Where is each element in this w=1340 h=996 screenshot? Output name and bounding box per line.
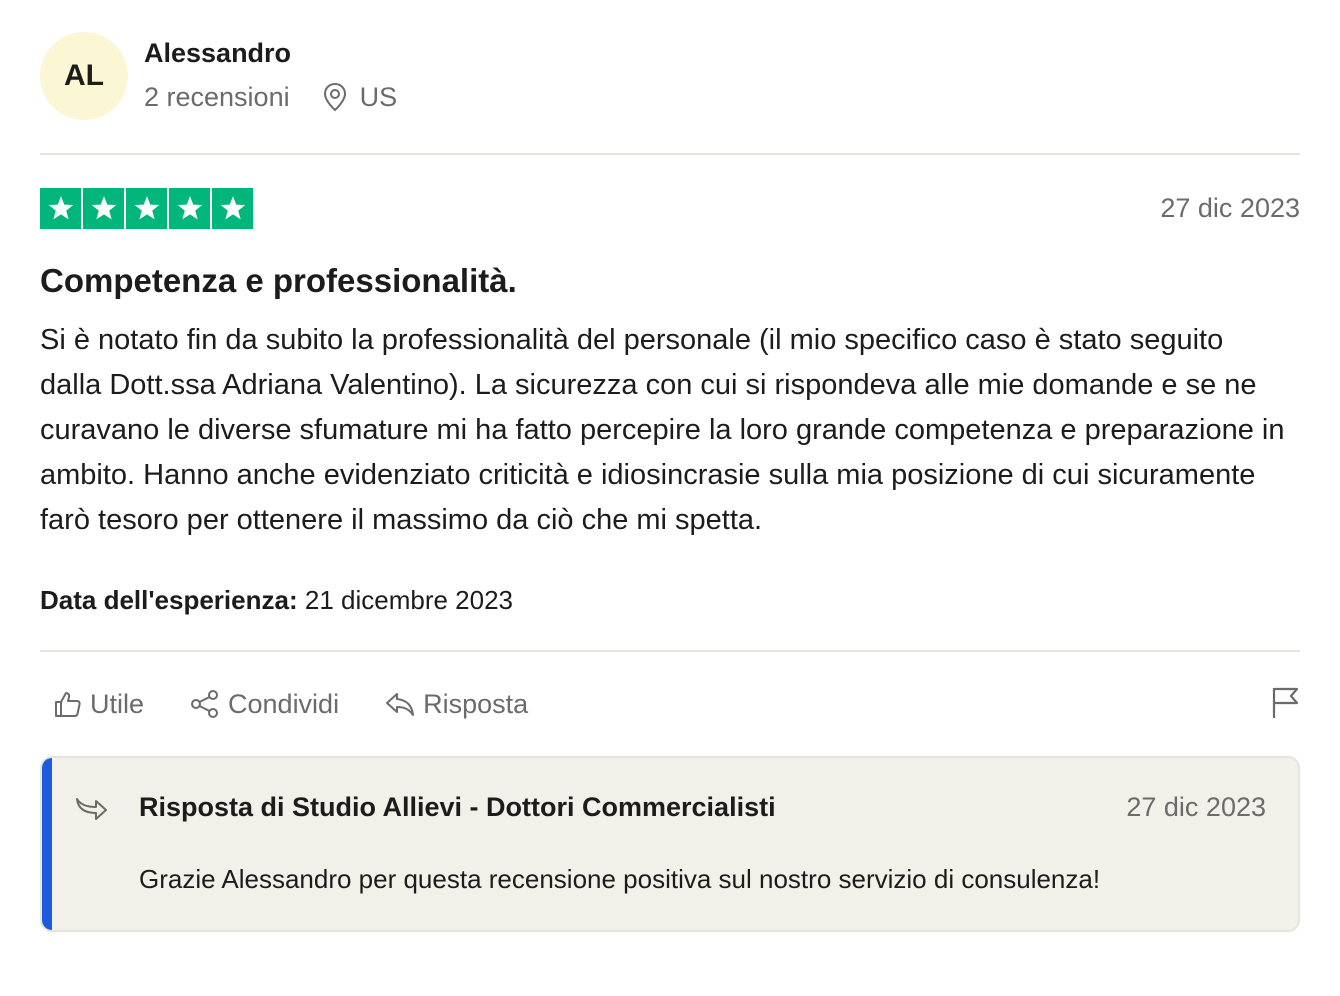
useful-button[interactable]: Utile: [54, 689, 144, 720]
reply-arrow-icon: [74, 796, 108, 831]
reply-icon: [386, 693, 415, 716]
reviewer-location: US: [359, 81, 398, 112]
experience-date-row: Data dell'esperienza: 21 dicembre 2023: [40, 582, 1300, 618]
reply-text: Grazie Alessandro per questa recensione …: [139, 864, 1101, 894]
experience-date: 21 dicembre 2023: [304, 585, 513, 615]
business-reply: Risposta di Studio Allievi - Dottori Com…: [40, 756, 1300, 932]
star-icon: [40, 187, 81, 229]
thumbs-up-icon: [55, 692, 81, 717]
reviewer-header: AL Alessandro 2 recensioni US: [40, 0, 1300, 155]
flag-icon: [1272, 687, 1299, 718]
star-icon: [83, 187, 124, 229]
review-title[interactable]: Competenza e professionalità.: [40, 259, 1300, 303]
location-pin-icon: [322, 82, 348, 112]
share-label: Condividi: [228, 688, 340, 719]
reply-label: Risposta: [423, 688, 529, 719]
reply-date: 27 dic 2023: [1126, 792, 1266, 822]
share-icon: [191, 690, 219, 718]
reply-header: Risposta di Studio Allievi - Dottori Com…: [139, 792, 1266, 823]
star-icon: [212, 187, 253, 229]
reviewer-meta: 2 recensioni US: [144, 79, 397, 115]
star-icon: [169, 187, 210, 229]
review-count: 2 recensioni: [144, 81, 290, 112]
report-flag-button[interactable]: [1270, 686, 1300, 725]
review-date: 27 dic 2023: [1160, 192, 1300, 223]
star-icon: [126, 187, 167, 229]
reply-button[interactable]: Risposta: [385, 689, 528, 720]
useful-label: Utile: [90, 688, 145, 719]
rating-row: 27 dic 2023: [40, 187, 1300, 229]
review-card: AL Alessandro 2 recensioni US 27 dic 202…: [40, 0, 1300, 932]
reviewer-name[interactable]: Alessandro: [144, 37, 397, 69]
reply-title: Risposta di Studio Allievi - Dottori Com…: [139, 792, 776, 822]
experience-label: Data dell'esperienza:: [40, 585, 298, 615]
share-button[interactable]: Condividi: [190, 689, 339, 720]
review-actions: Utile Condividi Risposta: [40, 652, 1300, 756]
avatar[interactable]: AL: [40, 31, 128, 120]
reply-accent-bar: [42, 758, 52, 930]
review-body: Si è notato fin da subito la professiona…: [40, 324, 1285, 536]
reviewer-info: Alessandro 2 recensioni US: [144, 37, 397, 115]
star-rating: [40, 187, 253, 229]
